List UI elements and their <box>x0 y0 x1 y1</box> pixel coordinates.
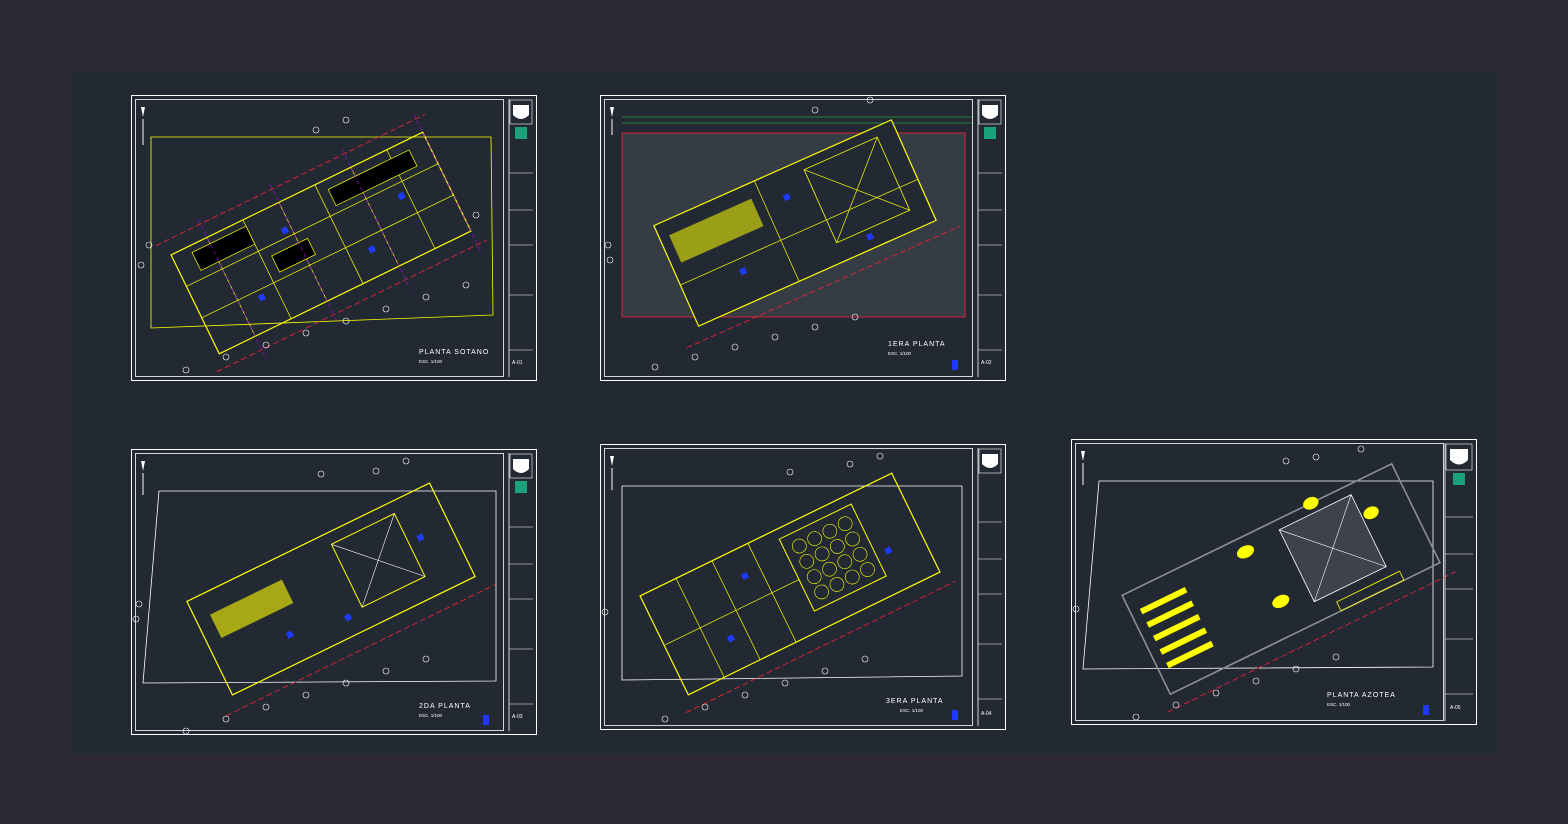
sheet-title: PLANTA AZOTEA <box>1327 692 1396 699</box>
sheet-2da-planta[interactable]: 2DA PLANTA ESC. 1/100 A-03 <box>131 449 537 735</box>
logo-icon <box>509 99 533 125</box>
logo-icon <box>978 99 1002 125</box>
sheet-title: PLANTA SOTANO <box>419 349 490 356</box>
sheet-code: A-01 <box>512 360 523 366</box>
north-arrow-icon <box>610 456 614 490</box>
sheet-code: A-05 <box>1450 705 1461 711</box>
north-arrow-icon <box>141 461 145 495</box>
logo-icon <box>1445 443 1473 471</box>
sheet-scale: ESC. 1/100 <box>1327 702 1351 707</box>
sheet-scale: ESC. 1/100 <box>900 708 924 713</box>
sheet-planta-azotea[interactable]: PLANTA AZOTEA ESC. 1/100 A-05 <box>1071 439 1477 725</box>
sheet-title: 1ERA PLANTA <box>888 341 946 348</box>
north-arrow-icon <box>1081 451 1085 485</box>
sheet-code: A-04 <box>981 711 992 717</box>
north-arrow-icon <box>141 107 145 145</box>
sheet-planta-sotano[interactable]: PLANTA SOTANO ESC. 1/100 A-01 <box>131 95 537 381</box>
sheet-title: 3ERA PLANTA <box>886 698 944 705</box>
sheet-code: A-03 <box>512 714 523 720</box>
logo-icon <box>509 453 533 479</box>
sheet-scale: ESC. 1/100 <box>419 713 443 718</box>
plan-drawing <box>131 449 537 735</box>
sheet-scale: ESC. 1/100 <box>888 351 912 356</box>
north-arrow-icon <box>610 107 614 135</box>
cad-drawing-canvas[interactable]: PLANTA SOTANO ESC. 1/100 A-01 1ERA PLANT… <box>0 0 1568 824</box>
sheet-3era-planta[interactable]: 3ERA PLANTA ESC. 1/100 A-04 <box>600 444 1006 730</box>
plan-drawing <box>600 95 1006 381</box>
plan-drawing <box>600 444 1006 730</box>
sheet-scale: ESC. 1/100 <box>419 359 443 364</box>
sheet-1era-planta[interactable]: 1ERA PLANTA ESC. 1/100 A-02 <box>600 95 1006 381</box>
sheet-title: 2DA PLANTA <box>419 703 471 710</box>
sheet-code: A-02 <box>981 360 992 366</box>
plan-drawing <box>131 95 537 381</box>
logo-icon <box>978 448 1002 474</box>
plan-drawing <box>1071 439 1477 725</box>
